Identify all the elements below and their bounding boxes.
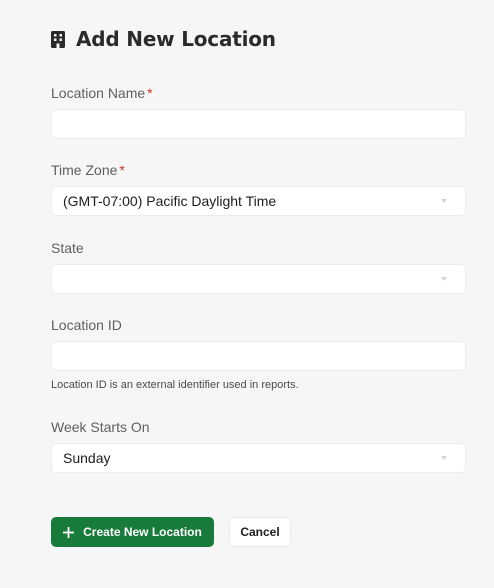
cancel-button[interactable]: Cancel bbox=[229, 517, 291, 547]
state-label: State bbox=[51, 240, 84, 256]
location-name-label: Location Name * bbox=[51, 85, 153, 101]
location-id-label: Location ID bbox=[51, 317, 122, 333]
time-zone-label: Time Zone * bbox=[51, 162, 125, 178]
chevron-down-icon bbox=[441, 277, 447, 281]
building-icon bbox=[51, 30, 65, 48]
page-title: Add New Location bbox=[76, 27, 276, 51]
create-location-button[interactable]: Create New Location bbox=[51, 517, 214, 547]
time-zone-value: (GMT-07:00) Pacific Daylight Time bbox=[63, 193, 277, 209]
time-zone-select[interactable]: (GMT-07:00) Pacific Daylight Time bbox=[51, 186, 466, 216]
required-mark: * bbox=[147, 85, 153, 101]
location-id-input[interactable] bbox=[51, 341, 466, 371]
page-header: Add New Location bbox=[51, 27, 276, 51]
chevron-down-icon bbox=[441, 199, 447, 203]
state-select[interactable] bbox=[51, 264, 466, 294]
required-mark: * bbox=[119, 162, 125, 178]
create-location-label: Create New Location bbox=[83, 525, 202, 539]
location-id-hint: Location ID is an external identifier us… bbox=[51, 379, 299, 391]
week-starts-on-label: Week Starts On bbox=[51, 419, 150, 435]
week-starts-on-select[interactable]: Sunday bbox=[51, 443, 466, 473]
location-name-input[interactable] bbox=[51, 109, 466, 139]
plus-icon bbox=[63, 526, 75, 538]
chevron-down-icon bbox=[441, 456, 447, 460]
week-starts-on-value: Sunday bbox=[63, 450, 111, 466]
